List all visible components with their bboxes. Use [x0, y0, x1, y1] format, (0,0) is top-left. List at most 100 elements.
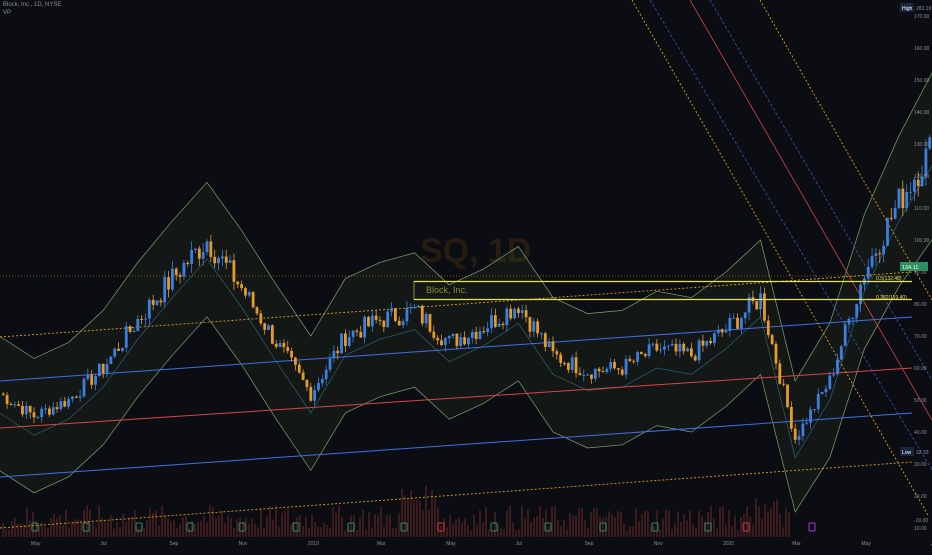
candle-down — [640, 352, 643, 355]
volume-bar — [386, 515, 388, 537]
volume-bar — [308, 528, 310, 537]
candle-down — [763, 293, 766, 321]
volume-bar — [278, 527, 280, 537]
price-tick-label: 160.00 — [914, 46, 930, 52]
volume-bar — [566, 529, 568, 537]
volume-bar — [314, 522, 316, 537]
price-chart-svg[interactable]: SQ, 1D Block, Inc. 0.5(132.48) 0.382(119… — [0, 0, 932, 550]
volume-bar — [701, 516, 703, 537]
volume-bar — [455, 519, 457, 537]
volume-bar — [632, 526, 634, 537]
candle-up — [413, 306, 416, 308]
candle-up — [82, 378, 86, 397]
candle-down — [213, 256, 217, 264]
volume-bar — [416, 499, 418, 537]
high-badge-label: High — [902, 6, 913, 12]
volume-bar — [302, 525, 304, 537]
volume-bar — [644, 510, 646, 537]
candle-down — [643, 354, 647, 356]
candle-down — [174, 268, 178, 275]
volume-bar — [254, 523, 256, 537]
candle-down — [501, 323, 505, 326]
candle-up — [486, 328, 490, 333]
candle-down — [440, 340, 443, 345]
volume-bar — [449, 514, 451, 537]
candle-up — [97, 363, 101, 377]
chart-area[interactable]: SQ, 1D Block, Inc. 0.5(132.48) 0.382(119… — [0, 0, 932, 550]
volume-bar — [515, 529, 517, 537]
volume-bar — [461, 522, 463, 537]
volume-bar — [521, 506, 523, 537]
candle-up — [109, 356, 113, 365]
volume-bar — [422, 510, 424, 537]
volume-bar — [173, 520, 175, 537]
volume-bar — [569, 512, 571, 537]
candle-up — [113, 348, 117, 357]
candle-up — [882, 245, 886, 255]
candle-up — [459, 337, 463, 346]
candle-up — [324, 369, 328, 380]
indicator-header[interactable]: VP — [3, 10, 11, 16]
price-tick-label: 110.00 — [914, 206, 929, 212]
volume-bar — [116, 521, 118, 537]
candle-down — [209, 241, 213, 257]
volume-bar — [428, 510, 430, 537]
volume-bar — [764, 504, 766, 537]
candle-up — [797, 436, 801, 440]
candle-up — [351, 330, 355, 338]
volume-bar — [296, 517, 298, 537]
candle-up — [659, 349, 663, 351]
volume-bar — [359, 517, 361, 537]
candle-down — [297, 364, 301, 373]
volume-bar — [344, 530, 346, 537]
volume-bar — [407, 498, 409, 537]
time-tick-label: Jul — [515, 541, 521, 547]
volume-bar — [524, 518, 526, 537]
high-badge-value: 283.19 — [916, 6, 932, 12]
candle-up — [136, 318, 140, 331]
candle-down — [517, 308, 520, 314]
candle-up — [609, 362, 613, 369]
volume-bar — [368, 512, 370, 537]
candle-down — [597, 368, 601, 372]
volume-bar — [257, 527, 259, 537]
symbol-header[interactable]: Block, Inc., 1D, NYSE — [3, 2, 61, 8]
volume-bar — [509, 505, 511, 537]
candle-up — [205, 241, 209, 253]
volume-bar — [563, 520, 565, 537]
volume-bar — [647, 510, 649, 537]
volume-bar — [275, 505, 277, 537]
volume-bar — [224, 523, 226, 537]
candle-down — [528, 317, 532, 332]
volume-bar — [179, 523, 181, 537]
time-tick-label: Jul — [100, 541, 106, 547]
candle-up — [886, 217, 889, 246]
candle-down — [367, 316, 370, 327]
volume-bar — [305, 516, 307, 537]
candle-up — [228, 260, 232, 263]
candle-down — [151, 299, 155, 305]
volume-bar — [203, 516, 205, 537]
volume-bar — [197, 522, 199, 537]
volume-bar — [659, 529, 661, 537]
volume-bar — [557, 520, 559, 537]
volume-bar — [155, 510, 157, 537]
candle-up — [59, 401, 63, 410]
candle-up — [328, 358, 332, 370]
volume-bar — [152, 512, 154, 537]
volume-bar — [17, 524, 19, 537]
candle-up — [847, 318, 851, 325]
volume-bar — [419, 500, 421, 537]
volume-bar — [773, 501, 775, 537]
candle-up — [86, 374, 90, 379]
candle-down — [620, 369, 624, 375]
candle-down — [628, 358, 632, 361]
price-tick-label: 150.00 — [914, 78, 930, 84]
candle-down — [674, 343, 678, 352]
candle-up — [386, 311, 390, 328]
volume-bar — [488, 529, 490, 537]
price-tick-label: 30.00 — [914, 462, 927, 468]
candle-down — [551, 341, 555, 352]
volume-bar — [182, 517, 184, 537]
candle-up — [912, 179, 916, 192]
